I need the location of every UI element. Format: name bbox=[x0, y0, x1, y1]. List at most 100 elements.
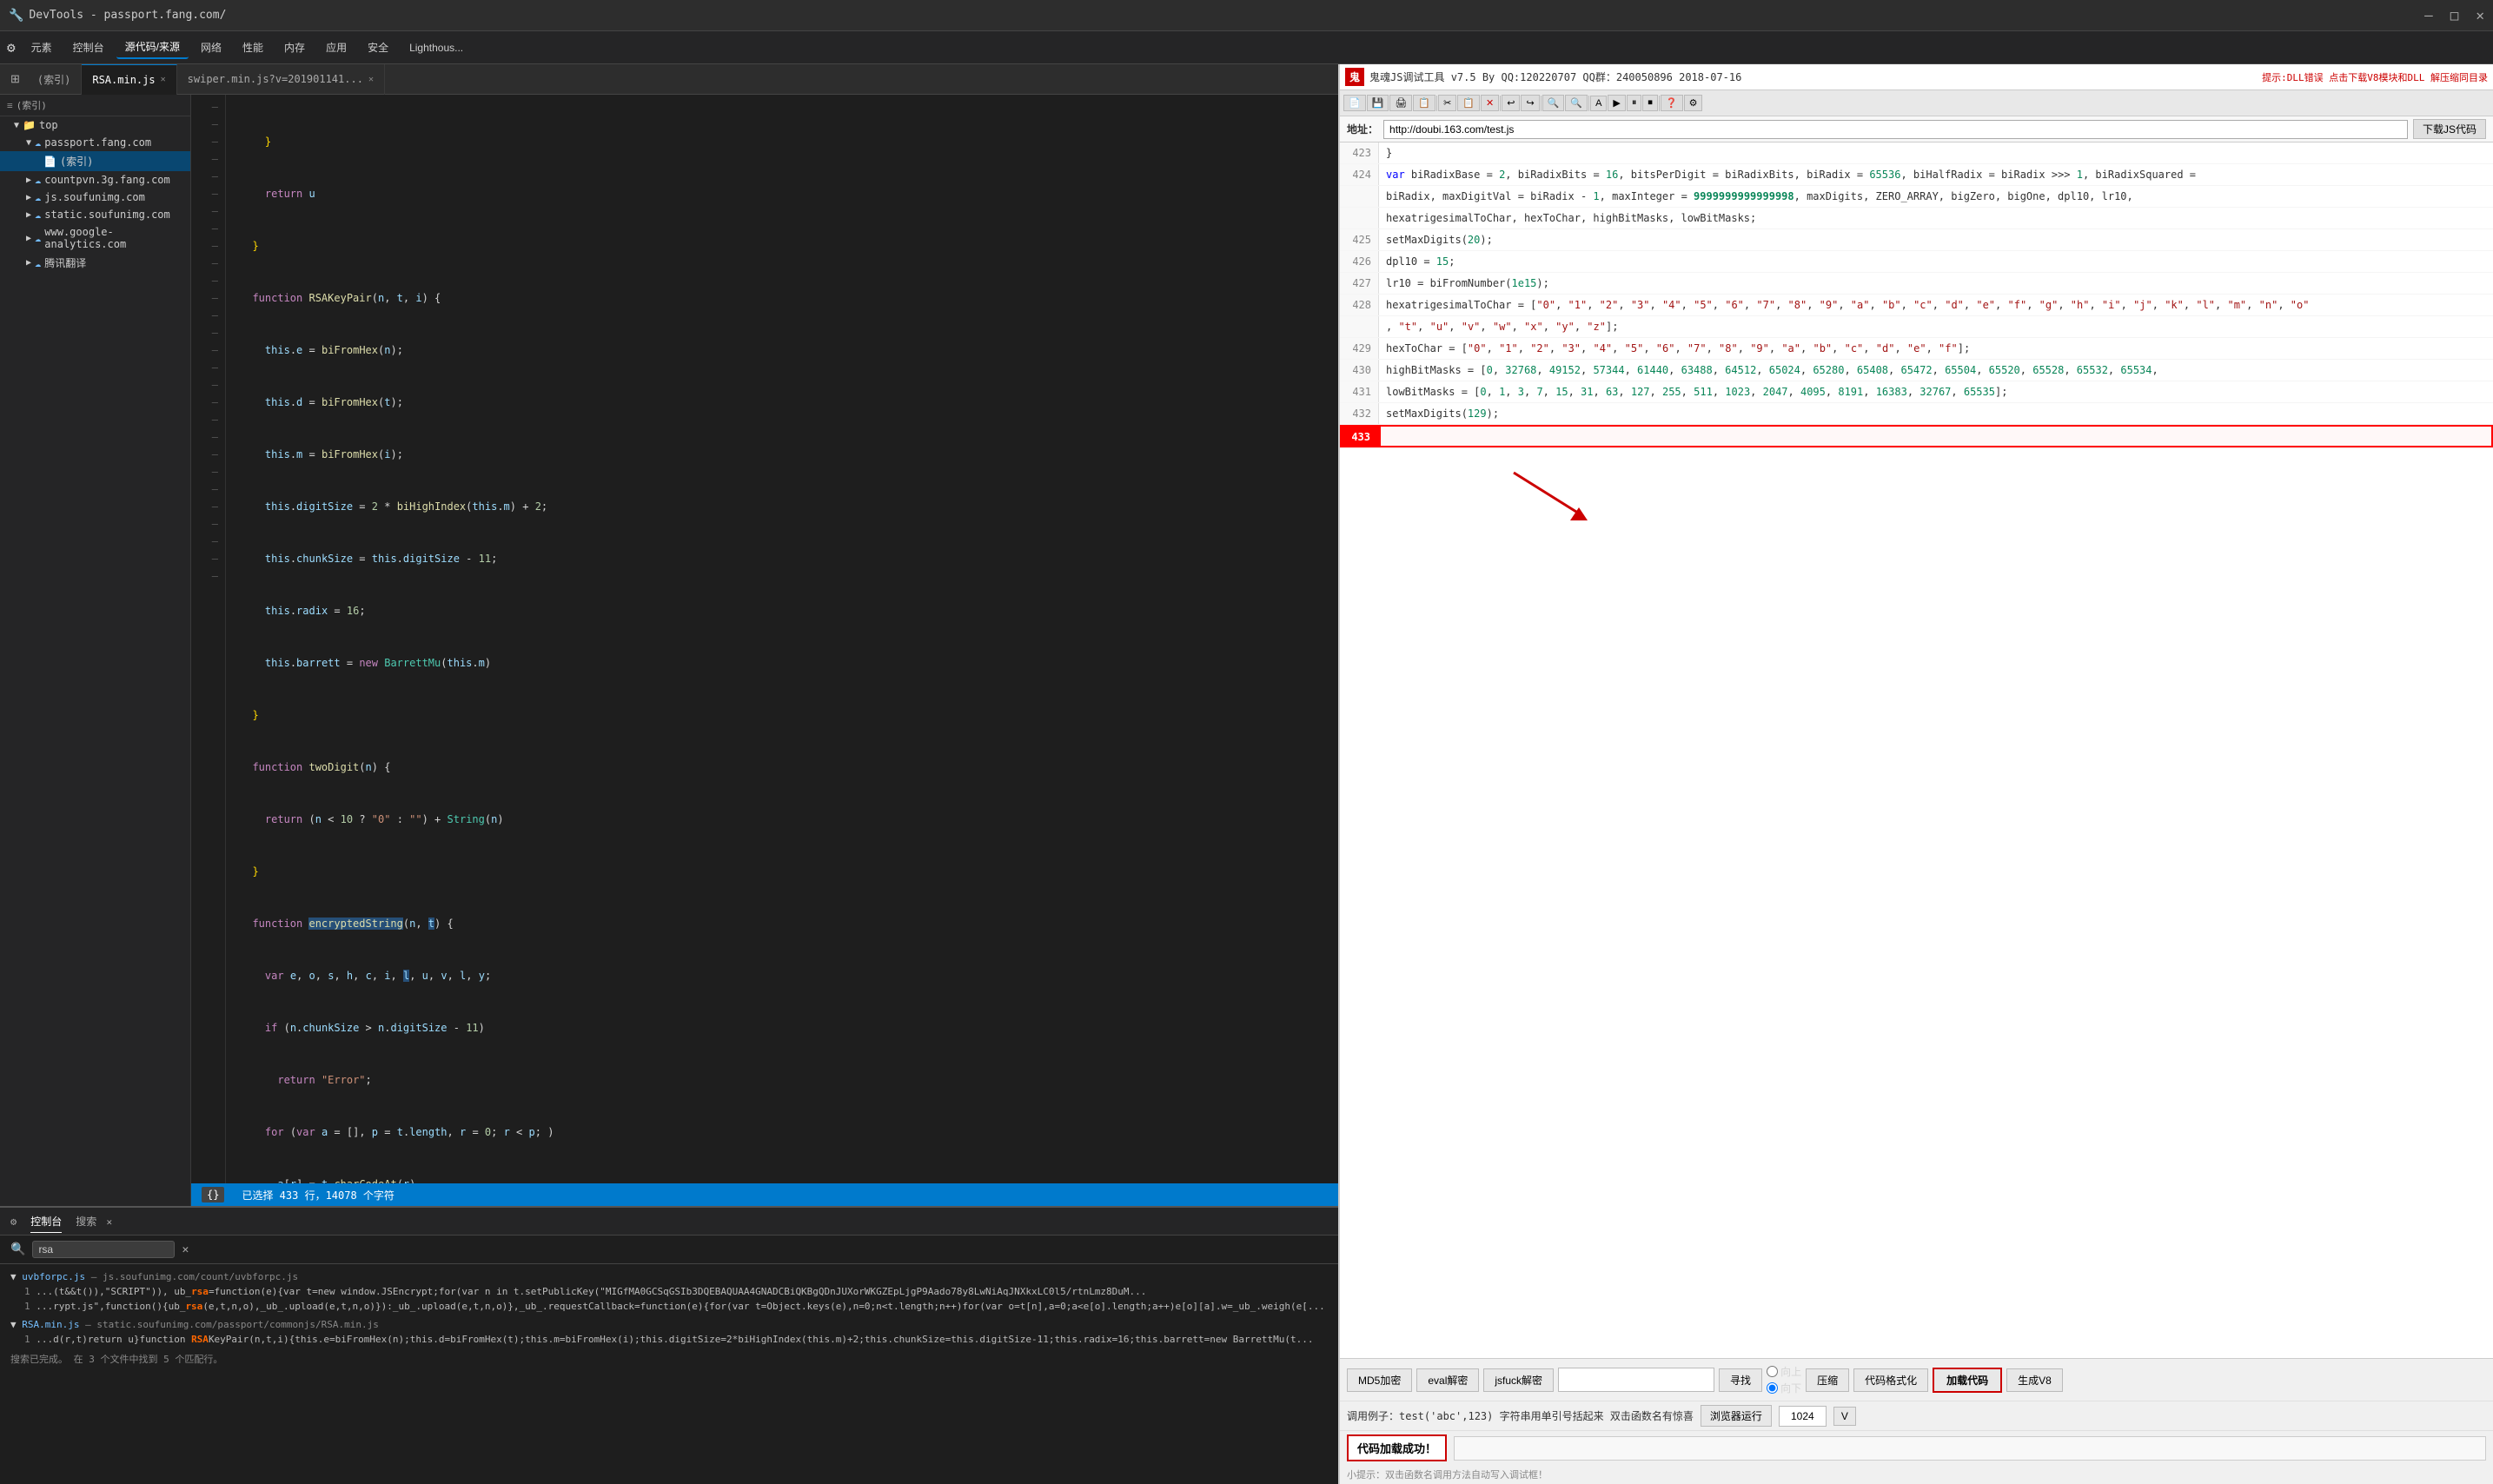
radio-up-label[interactable]: 向上 bbox=[1767, 1364, 1801, 1379]
tb-paste[interactable]: 📋 bbox=[1457, 95, 1480, 111]
find-btn[interactable]: 寻找 bbox=[1719, 1368, 1762, 1392]
jsfuck-btn[interactable]: jsfuck解密 bbox=[1483, 1368, 1554, 1392]
tb-delete[interactable]: ✕ bbox=[1481, 95, 1499, 111]
tab-swiper-label: swiper.min.js?v=201901141... bbox=[188, 73, 363, 85]
tb-save[interactable]: 💾 bbox=[1367, 95, 1389, 111]
sidebar-item-js-soufun[interactable]: ▶ ☁ js.soufunimg.com bbox=[0, 189, 190, 206]
sidebar-top-bar: ≡ (索引) bbox=[0, 95, 190, 116]
url-input[interactable] bbox=[1383, 120, 2408, 139]
cv-line-424b: biRadix, maxDigitVal = biRadix - 1, maxI… bbox=[1340, 186, 2493, 208]
tb-pause[interactable]: ⏸ bbox=[1627, 95, 1642, 111]
cv-line-430: 430 highBitMasks = [0, 32768, 49152, 573… bbox=[1340, 360, 2493, 381]
tb-undo[interactable]: ↩ bbox=[1502, 95, 1520, 111]
tab-rsa[interactable]: RSA.min.js ✕ bbox=[82, 64, 176, 95]
tb-new[interactable]: 📄 bbox=[1343, 95, 1366, 111]
maximize-btn[interactable]: □ bbox=[2450, 7, 2459, 23]
load-code-btn[interactable]: 加载代码 bbox=[1933, 1368, 2002, 1393]
tab-index[interactable]: (索引) bbox=[27, 64, 82, 95]
browser-run-area: 浏览器运行 V bbox=[1701, 1405, 2486, 1427]
tab-memory[interactable]: 内存 bbox=[275, 36, 314, 58]
countpvn-label: countpvn.3g.fang.com bbox=[44, 174, 170, 186]
tab-console[interactable]: 控制台 bbox=[64, 36, 113, 58]
tb-find[interactable]: 🔍 bbox=[1542, 95, 1565, 111]
cv-num-blank-3 bbox=[1340, 316, 1379, 337]
sidebar-item-index[interactable]: 📄 (索引) bbox=[0, 151, 190, 171]
cv-line-433: 433 bbox=[1340, 425, 2493, 448]
tb-settings[interactable]: ⚙ bbox=[1684, 95, 1703, 111]
sidebar-item-top[interactable]: ▼ 📁 top bbox=[0, 116, 190, 134]
search-icon: 🔍 bbox=[10, 1242, 25, 1256]
tb-print[interactable]: 🖨 bbox=[1389, 95, 1412, 111]
tab-swiper[interactable]: swiper.min.js?v=201901141... ✕ bbox=[177, 64, 385, 95]
red-arrow-annotation bbox=[1514, 473, 1618, 545]
tab-network[interactable]: 网络 bbox=[192, 36, 230, 58]
close-swiper-icon[interactable]: ✕ bbox=[368, 75, 374, 84]
download-btn[interactable]: 下载JS代码 bbox=[2413, 119, 2486, 139]
sidebar-item-passport[interactable]: ▼ ☁ passport.fang.com bbox=[0, 134, 190, 151]
passport-label: passport.fang.com bbox=[44, 136, 151, 149]
title-bar: 🔧 DevTools - passport.fang.com/ — □ ✕ bbox=[0, 0, 2493, 31]
tencent-label: 腾讯翻译 bbox=[44, 255, 86, 270]
search-status-text: 搜索已完成。 在 3 个文件中找到 5 个匹配行。 bbox=[10, 1354, 222, 1365]
sidebar-toggle[interactable]: ⊞ bbox=[3, 69, 27, 89]
eval-btn[interactable]: eval解密 bbox=[1416, 1368, 1479, 1392]
tab-performance[interactable]: 性能 bbox=[234, 36, 272, 58]
cv-line-424c: hexatrigesimalToChar, hexToChar, highBit… bbox=[1340, 208, 2493, 229]
radio-up[interactable] bbox=[1767, 1366, 1778, 1377]
cv-num-427: 427 bbox=[1340, 273, 1379, 294]
cloud-icon-countpvn: ☁ bbox=[35, 174, 41, 186]
sidebar-item-countpvn[interactable]: ▶ ☁ countpvn.3g.fang.com bbox=[0, 171, 190, 189]
clear-search-icon[interactable]: ✕ bbox=[182, 1243, 189, 1256]
cloud-icon-tencent: ☁ bbox=[35, 257, 41, 269]
sidebar-item-tencent[interactable]: ▶ ☁ 腾讯翻译 bbox=[0, 253, 190, 273]
arrow-google: ▶ bbox=[26, 234, 31, 243]
tb-stop[interactable]: ⏹ bbox=[1642, 95, 1658, 111]
generate-btn[interactable]: 生成V8 bbox=[2006, 1368, 2063, 1392]
search-wrapper[interactable] bbox=[32, 1241, 175, 1258]
tb-help[interactable]: ❓ bbox=[1661, 95, 1683, 111]
tab-application[interactable]: 应用 bbox=[317, 36, 355, 58]
cv-num-429: 429 bbox=[1340, 338, 1379, 359]
window-controls[interactable]: — □ ✕ bbox=[2424, 7, 2484, 23]
search-input[interactable] bbox=[38, 1243, 169, 1255]
tab-elements[interactable]: 元素 bbox=[23, 36, 61, 58]
format-btn[interactable]: 代码格式化 bbox=[1853, 1368, 1928, 1392]
v8-btn[interactable]: V bbox=[1833, 1407, 1856, 1426]
window-title: DevTools - passport.fang.com/ bbox=[29, 9, 226, 22]
md5-btn[interactable]: MD5加密 bbox=[1347, 1368, 1412, 1392]
tab-console-bottom[interactable]: 控制台 bbox=[30, 1210, 62, 1233]
index-file-icon: 📄 bbox=[43, 156, 56, 168]
tb-copy[interactable]: 📋 bbox=[1413, 95, 1435, 111]
tab-sources[interactable]: 源代码/来源 bbox=[116, 36, 189, 59]
tab-lighthouse[interactable]: Lighthous... bbox=[401, 38, 472, 57]
browser-run-btn[interactable]: 浏览器运行 bbox=[1701, 1405, 1772, 1427]
code-viewer[interactable]: 423 } 424 var biRadixBase = 2, biRadixBi… bbox=[1340, 142, 2493, 1358]
radio-down-label[interactable]: 向下 bbox=[1767, 1381, 1801, 1395]
tb-cut[interactable]: ✂ bbox=[1438, 95, 1456, 111]
debug-input[interactable] bbox=[1454, 1436, 2486, 1461]
settings-icon[interactable]: ⚙ bbox=[10, 1216, 17, 1228]
close-rsa-icon[interactable]: ✕ bbox=[161, 75, 166, 84]
folder-icon: 📁 bbox=[23, 119, 36, 131]
minimize-btn[interactable]: — bbox=[2424, 7, 2433, 23]
search-field[interactable] bbox=[1558, 1368, 1714, 1392]
sidebar-item-google[interactable]: ▶ ☁ www.google-analytics.com bbox=[0, 223, 190, 253]
cv-code-427: lr10 = biFromNumber(1e15); bbox=[1379, 273, 2493, 294]
tb-redo[interactable]: ↪ bbox=[1521, 95, 1539, 111]
input-area-row: 代码加载成功！ bbox=[1340, 1431, 2493, 1465]
tb-play[interactable]: ▶ bbox=[1608, 95, 1625, 111]
compress-btn[interactable]: 压缩 bbox=[1806, 1368, 1849, 1392]
close-btn[interactable]: ✕ bbox=[2476, 7, 2484, 23]
tab-security[interactable]: 安全 bbox=[359, 36, 397, 58]
close-search-tab[interactable]: ✕ bbox=[106, 1216, 112, 1228]
cv-code-428b: , "t", "u", "v", "w", "x", "y", "z"]; bbox=[1379, 316, 2493, 337]
line-numbers: – – – – – – – – – – – – – bbox=[191, 95, 226, 1183]
tb-replace[interactable]: 🔍 bbox=[1565, 95, 1588, 111]
browser-value-input[interactable] bbox=[1779, 1406, 1827, 1427]
tab-search[interactable]: 搜索 ✕ bbox=[76, 1210, 112, 1232]
sidebar-arrows[interactable]: ≡ bbox=[7, 100, 13, 111]
tb-A[interactable]: A bbox=[1590, 96, 1607, 111]
cv-num-423: 423 bbox=[1340, 142, 1379, 163]
sidebar-item-static-soufun[interactable]: ▶ ☁ static.soufunimg.com bbox=[0, 206, 190, 223]
radio-down[interactable] bbox=[1767, 1382, 1778, 1394]
